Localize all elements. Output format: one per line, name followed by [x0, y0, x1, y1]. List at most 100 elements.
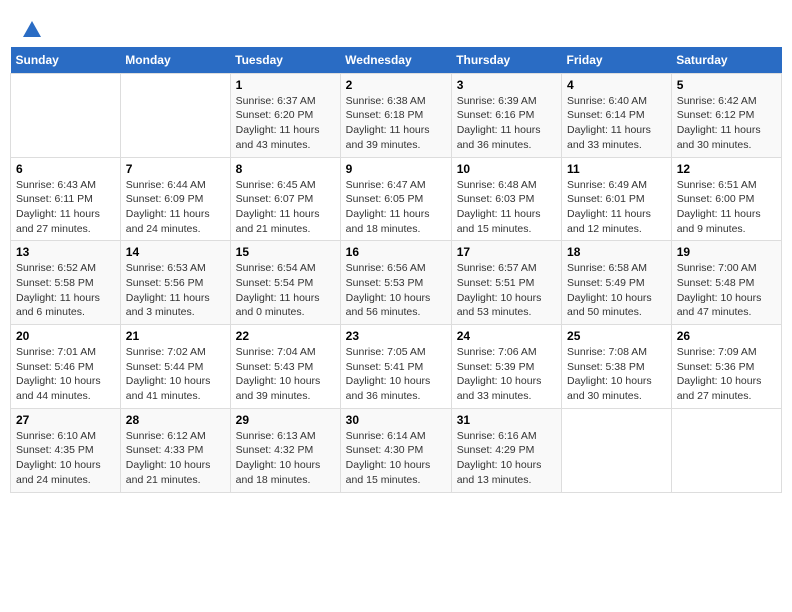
calendar-cell: 20 Sunrise: 7:01 AM Sunset: 5:46 PM Dayli… — [11, 325, 121, 409]
calendar-cell: 22 Sunrise: 7:04 AM Sunset: 5:43 PM Dayli… — [230, 325, 340, 409]
day-number: 4 — [567, 78, 666, 92]
day-detail: Sunrise: 6:42 AM Sunset: 6:12 PM Dayligh… — [677, 94, 776, 153]
logo-text — [20, 18, 43, 41]
day-detail: Sunrise: 6:10 AM Sunset: 4:35 PM Dayligh… — [16, 429, 115, 488]
weekday-header-monday: Monday — [120, 47, 230, 74]
day-number: 17 — [457, 245, 556, 259]
day-detail: Sunrise: 6:44 AM Sunset: 6:09 PM Dayligh… — [126, 178, 225, 237]
day-detail: Sunrise: 7:09 AM Sunset: 5:36 PM Dayligh… — [677, 345, 776, 404]
calendar-week-4: 20 Sunrise: 7:01 AM Sunset: 5:46 PM Dayli… — [11, 325, 782, 409]
day-number: 28 — [126, 413, 225, 427]
calendar-cell: 30Sunrise: 6:14 AM Sunset: 4:30 PM Dayli… — [340, 408, 451, 492]
calendar-cell — [562, 408, 672, 492]
calendar-cell: 7 Sunrise: 6:44 AM Sunset: 6:09 PM Daylig… — [120, 157, 230, 241]
day-number: 11 — [567, 162, 666, 176]
calendar-cell: 5 Sunrise: 6:42 AM Sunset: 6:12 PM Daylig… — [671, 73, 781, 157]
day-detail: Sunrise: 6:48 AM Sunset: 6:03 PM Dayligh… — [457, 178, 556, 237]
calendar-week-1: 1 Sunrise: 6:37 AM Sunset: 6:20 PM Daylig… — [11, 73, 782, 157]
day-detail: Sunrise: 7:04 AM Sunset: 5:43 PM Dayligh… — [236, 345, 335, 404]
day-detail: Sunrise: 7:05 AM Sunset: 5:41 PM Dayligh… — [346, 345, 446, 404]
calendar-cell: 1 Sunrise: 6:37 AM Sunset: 6:20 PM Daylig… — [230, 73, 340, 157]
calendar-cell: 14Sunrise: 6:53 AM Sunset: 5:56 PM Dayli… — [120, 241, 230, 325]
calendar-week-2: 6Sunrise: 6:43 AM Sunset: 6:11 PM Daylig… — [11, 157, 782, 241]
day-detail: Sunrise: 6:43 AM Sunset: 6:11 PM Dayligh… — [16, 178, 115, 237]
weekday-header-saturday: Saturday — [671, 47, 781, 74]
day-number: 20 — [16, 329, 115, 343]
day-detail: Sunrise: 7:06 AM Sunset: 5:39 PM Dayligh… — [457, 345, 556, 404]
day-detail: Sunrise: 6:56 AM Sunset: 5:53 PM Dayligh… — [346, 261, 446, 320]
day-number: 22 — [236, 329, 335, 343]
calendar-cell: 16 Sunrise: 6:56 AM Sunset: 5:53 PM Dayli… — [340, 241, 451, 325]
calendar-cell: 28 Sunrise: 6:12 AM Sunset: 4:33 PM Dayli… — [120, 408, 230, 492]
calendar-cell: 4 Sunrise: 6:40 AM Sunset: 6:14 PM Daylig… — [562, 73, 672, 157]
page-header — [10, 10, 782, 47]
day-number: 8 — [236, 162, 335, 176]
calendar-cell: 23 Sunrise: 7:05 AM Sunset: 5:41 PM Dayli… — [340, 325, 451, 409]
calendar-cell: 25Sunrise: 7:08 AM Sunset: 5:38 PM Dayli… — [562, 325, 672, 409]
day-detail: Sunrise: 7:01 AM Sunset: 5:46 PM Dayligh… — [16, 345, 115, 404]
day-number: 24 — [457, 329, 556, 343]
day-number: 29 — [236, 413, 335, 427]
weekday-header-tuesday: Tuesday — [230, 47, 340, 74]
weekday-header-thursday: Thursday — [451, 47, 561, 74]
calendar-cell: 6Sunrise: 6:43 AM Sunset: 6:11 PM Daylig… — [11, 157, 121, 241]
day-number: 16 — [346, 245, 446, 259]
day-number: 1 — [236, 78, 335, 92]
day-number: 5 — [677, 78, 776, 92]
calendar-cell: 9 Sunrise: 6:47 AM Sunset: 6:05 PM Daylig… — [340, 157, 451, 241]
calendar-cell: 13 Sunrise: 6:52 AM Sunset: 5:58 PM Dayli… — [11, 241, 121, 325]
day-number: 9 — [346, 162, 446, 176]
day-detail: Sunrise: 6:40 AM Sunset: 6:14 PM Dayligh… — [567, 94, 666, 153]
calendar-table: SundayMondayTuesdayWednesdayThursdayFrid… — [10, 47, 782, 493]
day-number: 18 — [567, 245, 666, 259]
calendar-cell — [120, 73, 230, 157]
calendar-cell: 17Sunrise: 6:57 AM Sunset: 5:51 PM Dayli… — [451, 241, 561, 325]
weekday-header-friday: Friday — [562, 47, 672, 74]
day-number: 2 — [346, 78, 446, 92]
calendar-cell: 11 Sunrise: 6:49 AM Sunset: 6:01 PM Dayli… — [562, 157, 672, 241]
day-number: 21 — [126, 329, 225, 343]
calendar-week-3: 13 Sunrise: 6:52 AM Sunset: 5:58 PM Dayli… — [11, 241, 782, 325]
day-detail: Sunrise: 6:13 AM Sunset: 4:32 PM Dayligh… — [236, 429, 335, 488]
weekday-header-sunday: Sunday — [11, 47, 121, 74]
day-detail: Sunrise: 6:39 AM Sunset: 6:16 PM Dayligh… — [457, 94, 556, 153]
calendar-cell: 15 Sunrise: 6:54 AM Sunset: 5:54 PM Dayli… — [230, 241, 340, 325]
calendar-cell: 26 Sunrise: 7:09 AM Sunset: 5:36 PM Dayli… — [671, 325, 781, 409]
day-detail: Sunrise: 6:45 AM Sunset: 6:07 PM Dayligh… — [236, 178, 335, 237]
logo-icon — [21, 19, 43, 41]
weekday-header-row: SundayMondayTuesdayWednesdayThursdayFrid… — [11, 47, 782, 74]
day-number: 23 — [346, 329, 446, 343]
day-number: 7 — [126, 162, 225, 176]
day-detail: Sunrise: 6:12 AM Sunset: 4:33 PM Dayligh… — [126, 429, 225, 488]
day-detail: Sunrise: 6:49 AM Sunset: 6:01 PM Dayligh… — [567, 178, 666, 237]
day-number: 3 — [457, 78, 556, 92]
logo-general — [20, 21, 43, 38]
day-detail: Sunrise: 6:53 AM Sunset: 5:56 PM Dayligh… — [126, 261, 225, 320]
day-number: 10 — [457, 162, 556, 176]
calendar-cell: 2Sunrise: 6:38 AM Sunset: 6:18 PM Daylig… — [340, 73, 451, 157]
day-detail: Sunrise: 6:16 AM Sunset: 4:29 PM Dayligh… — [457, 429, 556, 488]
calendar-week-5: 27 Sunrise: 6:10 AM Sunset: 4:35 PM Dayli… — [11, 408, 782, 492]
calendar-cell: 27 Sunrise: 6:10 AM Sunset: 4:35 PM Dayli… — [11, 408, 121, 492]
day-detail: Sunrise: 6:52 AM Sunset: 5:58 PM Dayligh… — [16, 261, 115, 320]
day-number: 12 — [677, 162, 776, 176]
calendar-cell — [671, 408, 781, 492]
day-number: 25 — [567, 329, 666, 343]
calendar-cell: 12Sunrise: 6:51 AM Sunset: 6:00 PM Dayli… — [671, 157, 781, 241]
day-detail: Sunrise: 6:47 AM Sunset: 6:05 PM Dayligh… — [346, 178, 446, 237]
day-detail: Sunrise: 6:54 AM Sunset: 5:54 PM Dayligh… — [236, 261, 335, 320]
calendar-cell — [11, 73, 121, 157]
day-detail: Sunrise: 7:00 AM Sunset: 5:48 PM Dayligh… — [677, 261, 776, 320]
calendar-cell: 21 Sunrise: 7:02 AM Sunset: 5:44 PM Dayli… — [120, 325, 230, 409]
day-number: 13 — [16, 245, 115, 259]
day-detail: Sunrise: 6:37 AM Sunset: 6:20 PM Dayligh… — [236, 94, 335, 153]
calendar-cell: 18Sunrise: 6:58 AM Sunset: 5:49 PM Dayli… — [562, 241, 672, 325]
day-detail: Sunrise: 7:02 AM Sunset: 5:44 PM Dayligh… — [126, 345, 225, 404]
day-number: 15 — [236, 245, 335, 259]
calendar-cell: 29 Sunrise: 6:13 AM Sunset: 4:32 PM Dayli… — [230, 408, 340, 492]
calendar-cell: 24 Sunrise: 7:06 AM Sunset: 5:39 PM Dayli… — [451, 325, 561, 409]
calendar-cell: 3 Sunrise: 6:39 AM Sunset: 6:16 PM Daylig… — [451, 73, 561, 157]
calendar-cell: 31Sunrise: 6:16 AM Sunset: 4:29 PM Dayli… — [451, 408, 561, 492]
day-number: 26 — [677, 329, 776, 343]
day-number: 27 — [16, 413, 115, 427]
